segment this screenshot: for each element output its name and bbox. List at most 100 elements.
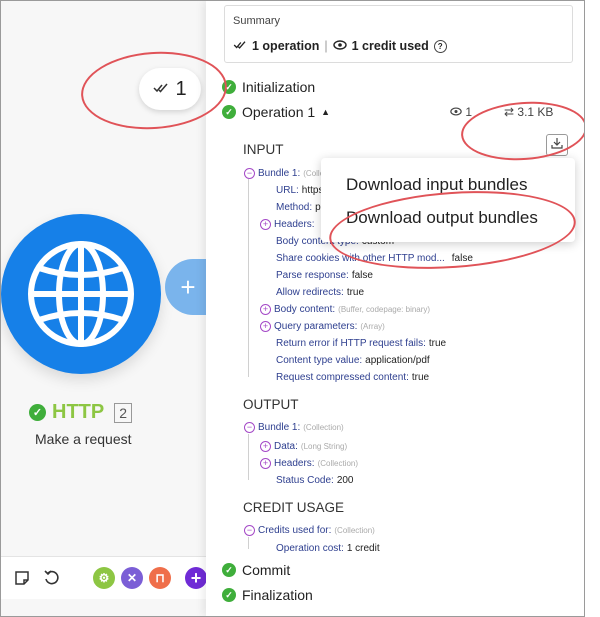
tree-type: (Array) [360,322,385,331]
tree-row: Content type value: application/pdf [276,355,430,366]
undo-icon[interactable] [41,567,63,589]
tree-value: application/pdf [365,355,430,366]
tree-key: Parse response: [276,270,349,281]
caret-up-icon: ▲ [321,107,331,117]
tree-row: Request compressed content: true [276,372,429,383]
credit-eye-icon [332,39,347,53]
app-frame: 1 + ✓ HTTP 2 Make a request ⚙ ✕ ⊓ + Summ… [0,0,585,617]
tree-value: 200 [336,475,354,486]
step-label: Finalization [242,587,313,603]
tree-row: URL: https: [276,185,326,196]
tree-key: Request compressed content: [276,372,409,383]
tree-key: Headers: [274,458,315,469]
collapse-icon[interactable]: − [244,422,255,433]
eye-icon [450,105,465,119]
size-value: 3.1 KB [517,105,554,119]
summary-card: Summary 1 operation | 1 credit used ? [224,5,573,63]
tree-row: Operation cost: 1 credit [276,543,380,554]
tree-node[interactable]: + Data: (Long String) [260,441,347,452]
tree-value: false [351,270,373,281]
tree-node[interactable]: − Bundle 1: (Collection) [244,422,344,433]
tree-key: Data: [274,441,298,452]
collapse-icon[interactable]: − [244,168,255,179]
tree-type: (Collection) [334,526,375,535]
expand-icon[interactable]: + [260,219,271,230]
tree-node[interactable]: + Query parameters: (Array) [260,321,385,332]
scenario-canvas: 1 + ✓ HTTP 2 Make a request ⚙ ✕ ⊓ + [1,1,207,616]
tree-key: Share cookies with other HTTP mod... [276,253,445,264]
operations-summary: 1 operation [252,39,320,53]
tree-key: Body content: [274,304,336,315]
tree-node[interactable]: + Headers: [260,219,315,230]
step-label: Operation 1 [242,104,316,120]
help-icon[interactable]: ? [433,39,447,53]
double-check-icon [153,81,169,97]
tree-key: Allow redirects: [276,287,344,298]
operations-bubble[interactable]: 1 [139,68,201,110]
expand-icon[interactable]: + [260,458,271,469]
http-module[interactable] [1,214,161,374]
views-count: 1 [465,105,473,119]
download-icon [551,136,563,154]
menu-item-download-output[interactable]: Download output bundles [346,208,538,228]
tree-line [248,434,249,480]
step-label: Initialization [242,79,316,95]
tree-value: true [428,338,447,349]
success-check-icon: ✓ [222,563,236,577]
tree-key: Status Code: [276,475,334,486]
success-check-icon: ✓ [29,404,46,421]
success-check-icon: ✓ [222,588,236,602]
step-finalization[interactable]: ✓ Finalization [222,587,313,603]
tree-value: true [411,372,430,383]
tree-key: Content type value: [276,355,363,366]
tree-row: Share cookies with other HTTP mod... fal… [276,253,473,264]
credits-summary: 1 credit used [351,39,429,53]
module-subtitle: Make a request [35,431,132,447]
globe-icon [25,238,137,350]
tree-value: 1 credit [346,543,380,554]
output-heading: OUTPUT [243,397,299,412]
add-icon[interactable]: + [185,567,207,589]
canvas-toolbar: ⚙ ✕ ⊓ + [1,556,207,599]
tree-key: Headers: [274,219,315,230]
tree-node[interactable]: − Credits used for: (Collection) [244,525,375,536]
add-module-handle[interactable]: + [165,259,207,315]
flow-control-icon[interactable]: ⊓ [149,567,171,589]
tree-line [248,179,249,377]
tree-row: Parse response: false [276,270,373,281]
expand-icon[interactable]: + [260,321,271,332]
tree-row: Method: p [276,202,321,213]
download-bundles-button[interactable] [546,134,568,156]
tree-node[interactable]: + Headers: (Collection) [260,458,358,469]
success-check-icon: ✓ [222,80,236,94]
tree-key: Bundle 1: [258,168,301,179]
tree-value: true [346,287,365,298]
tree-key: Bundle 1: [258,422,301,433]
menu-item-download-input[interactable]: Download input bundles [346,175,527,195]
expand-icon[interactable]: + [260,304,271,315]
tree-key: Operation cost: [276,543,344,554]
note-icon[interactable] [11,567,33,589]
execution-details-panel: Summary 1 operation | 1 credit used ? ✓ … [206,1,584,616]
tools-icon[interactable]: ✕ [121,567,143,589]
tree-key: Return error if HTTP request fails: [276,338,426,349]
module-name[interactable]: HTTP [52,401,104,424]
expand-icon[interactable]: + [260,441,271,452]
transfer-icon: ⇄ [504,105,515,119]
step-label: Commit [242,562,291,578]
operations-count: 1 [175,77,187,100]
tree-key: Credits used for: [258,525,332,536]
tree-key: URL: [276,185,299,196]
settings-icon[interactable]: ⚙ [93,567,115,589]
tree-key: Method: [276,202,313,213]
tree-node[interactable]: + Body content: (Buffer, codepage: binar… [260,304,430,315]
tree-type: (Long String) [300,442,348,451]
collapse-icon[interactable]: − [244,525,255,536]
tree-type: (Collection) [317,459,359,468]
summary-title: Summary [233,15,281,27]
step-initialization[interactable]: ✓ Initialization [222,79,315,95]
tree-type: (Buffer, codepage: binary) [338,305,431,314]
step-operation[interactable]: ✓ Operation 1 ▲ [222,104,330,120]
tree-row: Allow redirects: true [276,287,364,298]
step-commit[interactable]: ✓ Commit [222,562,290,578]
